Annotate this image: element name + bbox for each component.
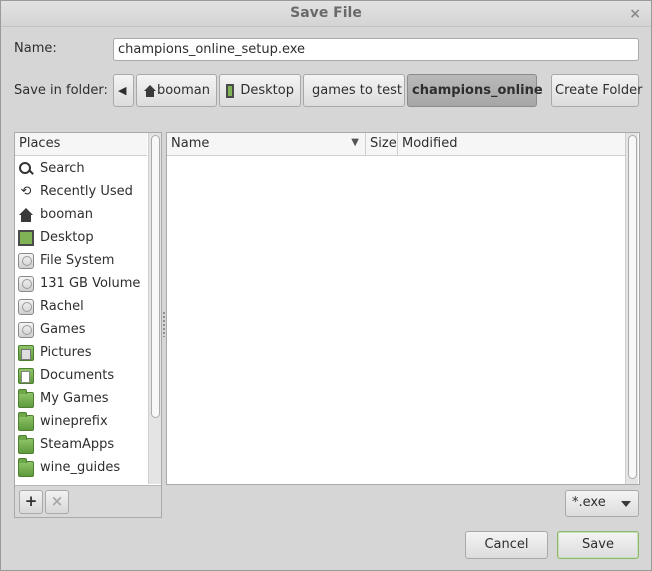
place-label: wineprefix: [40, 414, 108, 429]
column-header-size[interactable]: Size: [366, 133, 398, 156]
path-segment-booman[interactable]: booman: [136, 74, 217, 107]
place-label: booman: [40, 207, 94, 222]
desktop-icon: [226, 83, 235, 98]
desktop-icon: [18, 229, 34, 246]
place-games[interactable]: Games: [15, 318, 147, 341]
documents-folder-icon: [18, 367, 34, 384]
filter-value: *.exe: [572, 495, 606, 510]
remove-icon: ×: [50, 492, 64, 510]
home-icon: [143, 84, 156, 97]
path-back-button[interactable]: ◀: [113, 74, 134, 107]
places-toolbar: + ×: [15, 485, 161, 517]
pictures-folder-icon: [18, 344, 34, 361]
place-recently-used[interactable]: ⟲ Recently Used: [15, 180, 147, 203]
drive-icon: [18, 321, 34, 338]
path-segment-label: champions_online: [412, 83, 543, 98]
place-search[interactable]: Search: [15, 157, 147, 180]
save-button[interactable]: Save: [557, 531, 639, 559]
home-icon: [18, 207, 34, 223]
drive-icon: [18, 298, 34, 315]
file-list-scrollbar[interactable]: [625, 133, 638, 484]
column-header-modified[interactable]: Modified: [398, 133, 625, 156]
place-131gb-volume[interactable]: 131 GB Volume: [15, 272, 147, 295]
place-label: SteamApps: [40, 437, 115, 452]
column-name-label: Name: [171, 136, 210, 151]
search-icon: [18, 161, 34, 177]
column-size-label: Size: [370, 136, 397, 151]
folder-icon: [18, 411, 34, 431]
file-list-scrollbar-thumb[interactable]: [628, 135, 637, 479]
place-label: 131 GB Volume: [40, 276, 141, 291]
place-label: Rachel: [40, 299, 84, 314]
plus-icon: +: [24, 492, 38, 510]
place-rachel[interactable]: Rachel: [15, 295, 147, 318]
chevron-down-icon: [621, 501, 631, 507]
column-header-name[interactable]: Name ▼: [167, 133, 366, 156]
save-file-dialog: Save File × Name: champions_online_setup…: [0, 0, 652, 571]
window-title: Save File: [290, 5, 362, 21]
path-segment-desktop[interactable]: Desktop: [219, 74, 301, 107]
drive-icon: [18, 252, 34, 269]
folder-icon: [18, 388, 34, 408]
file-list-panel: Name ▼ Size Modified: [166, 132, 640, 485]
file-list-area[interactable]: [167, 157, 625, 484]
place-label: Recently Used: [40, 184, 133, 199]
place-booman[interactable]: booman: [15, 203, 147, 226]
close-icon[interactable]: ×: [629, 6, 641, 22]
place-label: Games: [40, 322, 86, 337]
places-panel: Places Search ⟲ Recently Used booman Des…: [14, 132, 162, 518]
place-documents[interactable]: Documents: [15, 364, 147, 387]
drive-icon: [18, 275, 34, 292]
places-scrollbar[interactable]: [148, 133, 161, 484]
path-segment-champions-online[interactable]: champions_online: [407, 74, 543, 107]
place-wineprefix[interactable]: wineprefix: [15, 410, 147, 433]
place-wine-guides[interactable]: wine_guides: [15, 456, 147, 479]
titlebar: Save File ×: [1, 1, 651, 27]
path-segment-label: booman: [156, 83, 210, 98]
folder-icon: [18, 434, 34, 454]
place-label: My Games: [40, 391, 109, 406]
cancel-button[interactable]: Cancel: [465, 531, 548, 559]
remove-bookmark-button[interactable]: ×: [45, 490, 69, 514]
place-desktop[interactable]: Desktop: [15, 226, 147, 249]
file-list-columns: Name ▼ Size Modified: [167, 133, 625, 156]
add-bookmark-button[interactable]: +: [19, 490, 43, 514]
place-steamapps[interactable]: SteamApps: [15, 433, 147, 456]
name-label: Name:: [14, 41, 57, 56]
place-label: Pictures: [40, 345, 92, 360]
place-my-games[interactable]: My Games: [15, 387, 147, 410]
recent-icon: ⟲: [20, 183, 32, 199]
path-segment-games-to-test[interactable]: games to test: [303, 74, 405, 107]
path-segment-label: Desktop: [240, 83, 294, 98]
left-arrow-icon: ◀: [118, 84, 127, 97]
place-pictures[interactable]: Pictures: [15, 341, 147, 364]
path-segment-label: games to test: [312, 83, 402, 98]
places-header: Places: [15, 133, 147, 156]
create-folder-label: Create Folder: [555, 83, 643, 98]
place-label: Desktop: [40, 230, 94, 245]
place-label: File System: [40, 253, 115, 268]
create-folder-button[interactable]: Create Folder: [551, 74, 643, 107]
place-file-system[interactable]: File System: [15, 249, 147, 272]
place-label: wine_guides: [40, 460, 121, 475]
save-in-folder-label: Save in folder:: [14, 83, 108, 98]
filename-input[interactable]: champions_online_setup.exe: [113, 38, 639, 61]
sort-descending-icon: ▼: [351, 137, 359, 148]
column-modified-label: Modified: [402, 136, 458, 151]
file-type-filter[interactable]: *.exe: [565, 490, 639, 517]
folder-icon: [18, 457, 34, 477]
place-label: Search: [40, 161, 85, 176]
places-scrollbar-thumb[interactable]: [151, 135, 160, 418]
place-label: Documents: [40, 368, 115, 383]
places-list: Search ⟲ Recently Used booman Desktop Fi…: [15, 157, 147, 479]
